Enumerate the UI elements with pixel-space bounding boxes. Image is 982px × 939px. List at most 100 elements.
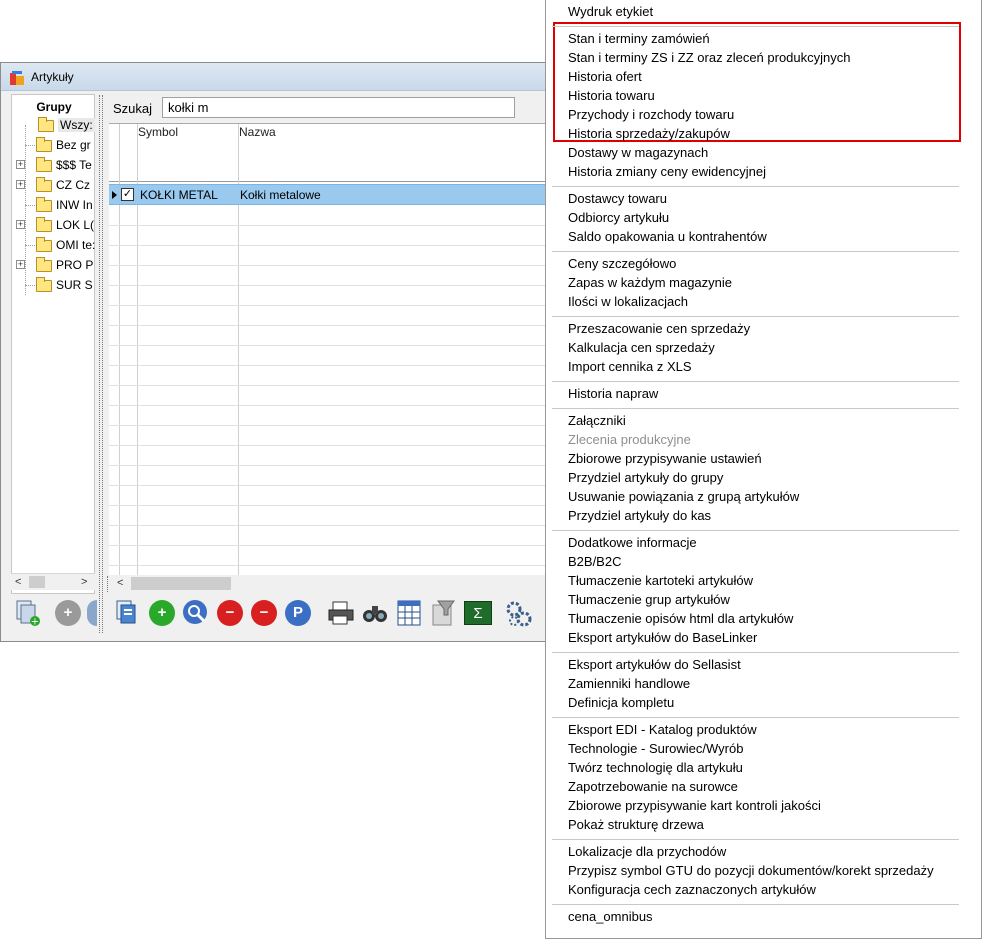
- menu-item[interactable]: Historia ofert: [568, 69, 642, 88]
- scroll-left-icon[interactable]: <: [15, 576, 21, 588]
- add-disabled-icon[interactable]: +: [55, 600, 81, 626]
- folder-icon: [36, 197, 52, 212]
- artykuly-window: Artykuły Grupy Wszy: Bez gr + $$$ Te + C…: [0, 62, 561, 642]
- menu-item[interactable]: Stan i terminy zamówień: [568, 31, 710, 50]
- menu-item[interactable]: Tłumaczenie kartoteki artykułów: [568, 573, 753, 592]
- menu-item[interactable]: Tłumaczenie grup artykułów: [568, 592, 730, 611]
- menu-item[interactable]: Usuwanie powiązania z grupą artykułów: [568, 489, 799, 508]
- row-checkbox[interactable]: ✓: [121, 188, 134, 201]
- menu-separator: [552, 26, 959, 27]
- menu-item[interactable]: B2B/B2C: [568, 554, 621, 573]
- menu-item[interactable]: Zamienniki handlowe: [568, 676, 690, 695]
- new-document-icon[interactable]: [115, 599, 141, 627]
- new-document-icon[interactable]: +: [15, 599, 41, 627]
- expand-icon[interactable]: +: [16, 160, 25, 169]
- table-row[interactable]: ✓ KOŁKI METAL Kołki metalowe: [109, 184, 561, 205]
- menu-item[interactable]: Dostawcy towaru: [568, 191, 667, 210]
- title-bar[interactable]: Artykuły: [1, 63, 559, 91]
- binoculars-icon[interactable]: [361, 600, 389, 626]
- menu-item[interactable]: Eksport artykułów do BaseLinker: [568, 630, 757, 649]
- menu-item[interactable]: Import cennika z XLS: [568, 359, 692, 378]
- menu-item[interactable]: Eksport artykułów do Sellasist: [568, 657, 741, 676]
- table-icon[interactable]: [396, 599, 422, 627]
- menu-item[interactable]: Przydziel artykuły do grupy: [568, 470, 723, 489]
- remove-icon[interactable]: −: [217, 600, 243, 626]
- menu-item[interactable]: Odbiorcy artykułu: [568, 210, 669, 229]
- menu-item[interactable]: Konfiguracja cech zaznaczonych artykułów: [568, 882, 816, 901]
- tree-item-pro[interactable]: PRO P: [36, 255, 96, 275]
- pane-splitter[interactable]: [98, 95, 104, 633]
- menu-item[interactable]: Kalkulacja cen sprzedaży: [568, 340, 715, 359]
- grid-line: [109, 485, 561, 486]
- menu-separator: [552, 717, 959, 718]
- menu-item[interactable]: Zlecenia produkcyjne: [568, 432, 691, 451]
- menu-item[interactable]: Historia towaru: [568, 88, 655, 107]
- tree-item-wszystkie[interactable]: Wszy:: [38, 115, 96, 135]
- menu-item[interactable]: Zbiorowe przypisywanie ustawień: [568, 451, 762, 470]
- expand-icon[interactable]: +: [16, 220, 25, 229]
- remove-check-icon[interactable]: −: [251, 600, 277, 626]
- tree-item-ttt[interactable]: $$$ Te: [36, 155, 96, 175]
- settings-icon[interactable]: [504, 599, 534, 629]
- park-icon[interactable]: P: [285, 600, 311, 626]
- tree-item-cz[interactable]: CZ Cz: [36, 175, 96, 195]
- menu-item[interactable]: Historia sprzedaży/zakupów: [568, 126, 730, 145]
- menu-item[interactable]: Zapas w każdym magazynie: [568, 275, 732, 294]
- tree-item-bez-grupy[interactable]: Bez gr: [36, 135, 96, 155]
- menu-item[interactable]: Przychody i rozchody towaru: [568, 107, 734, 126]
- menu-item[interactable]: Lokalizacje dla przychodów: [568, 844, 726, 863]
- menu-separator: [552, 186, 959, 187]
- menu-item[interactable]: Technologie - Surowiec/Wyrób: [568, 741, 743, 760]
- add-icon[interactable]: +: [149, 600, 175, 626]
- menu-item[interactable]: Wydruk etykiet: [568, 4, 653, 23]
- folder-icon: [36, 277, 52, 292]
- menu-item[interactable]: Twórz technologię dla artykułu: [568, 760, 743, 779]
- print-icon[interactable]: [327, 600, 355, 626]
- menu-item[interactable]: Przeszacowanie cen sprzedaży: [568, 321, 750, 340]
- expand-icon[interactable]: +: [16, 260, 25, 269]
- column-header-symbol[interactable]: Symbol: [138, 125, 178, 139]
- grid-horizontal-scrollbar[interactable]: <: [109, 576, 561, 592]
- sum-icon[interactable]: Σ: [464, 601, 492, 625]
- menu-separator: [552, 408, 959, 409]
- menu-item[interactable]: Przypisz symbol GTU do pozycji dokumentó…: [568, 863, 934, 882]
- scroll-thumb[interactable]: [131, 577, 231, 590]
- scroll-thumb[interactable]: [29, 576, 45, 588]
- menu-item[interactable]: Stan i terminy ZS i ZZ oraz zleceń produ…: [568, 50, 851, 69]
- menu-item[interactable]: Dostawy w magazynach: [568, 145, 708, 164]
- grid-line: [109, 325, 561, 326]
- grid-line: [109, 385, 561, 386]
- menu-item[interactable]: Historia zmiany ceny ewidencyjnej: [568, 164, 766, 183]
- menu-item[interactable]: Ilości w lokalizacjach: [568, 294, 688, 313]
- menu-item[interactable]: Saldo opakowania u kontrahentów: [568, 229, 767, 248]
- column-header-nazwa[interactable]: Nazwa: [239, 125, 276, 139]
- menu-item[interactable]: Pokaż strukturę drzewa: [568, 817, 704, 836]
- grid-line: [109, 525, 561, 526]
- tree-item-lok[interactable]: LOK L(: [36, 215, 96, 235]
- menu-item[interactable]: Tłumaczenie opisów html dla artykułów: [568, 611, 793, 630]
- menu-item[interactable]: Historia napraw: [568, 386, 658, 405]
- tree-item-omi[interactable]: OMI te:: [36, 235, 96, 255]
- expand-icon[interactable]: +: [16, 180, 25, 189]
- search-input[interactable]: [162, 97, 515, 118]
- menu-item[interactable]: Zbiorowe przypisywanie kart kontroli jak…: [568, 798, 821, 817]
- menu-item[interactable]: Zapotrzebowanie na surowce: [568, 779, 738, 798]
- menu-item[interactable]: cena_omnibus: [568, 909, 653, 928]
- menu-item[interactable]: Dodatkowe informacje: [568, 535, 697, 554]
- tree-item-inw[interactable]: INW In: [36, 195, 96, 215]
- menu-item[interactable]: Eksport EDI - Katalog produktów: [568, 722, 757, 741]
- menu-separator: [552, 904, 959, 905]
- search-icon[interactable]: [182, 599, 210, 627]
- menu-item[interactable]: Przydziel artykuły do kas: [568, 508, 711, 527]
- tree-item-sur[interactable]: SUR S: [36, 275, 96, 295]
- filter-icon[interactable]: [430, 599, 456, 627]
- search-disabled-icon[interactable]: [87, 600, 97, 626]
- grid-line: [109, 425, 561, 426]
- menu-item[interactable]: Definicja kompletu: [568, 695, 674, 714]
- groups-horizontal-scrollbar[interactable]: < >: [11, 573, 95, 590]
- grid-line: [109, 505, 561, 506]
- scroll-left-icon[interactable]: <: [117, 577, 123, 589]
- menu-item[interactable]: Załączniki: [568, 413, 626, 432]
- menu-item[interactable]: Ceny szczegółowo: [568, 256, 676, 275]
- scroll-right-icon[interactable]: >: [81, 576, 87, 588]
